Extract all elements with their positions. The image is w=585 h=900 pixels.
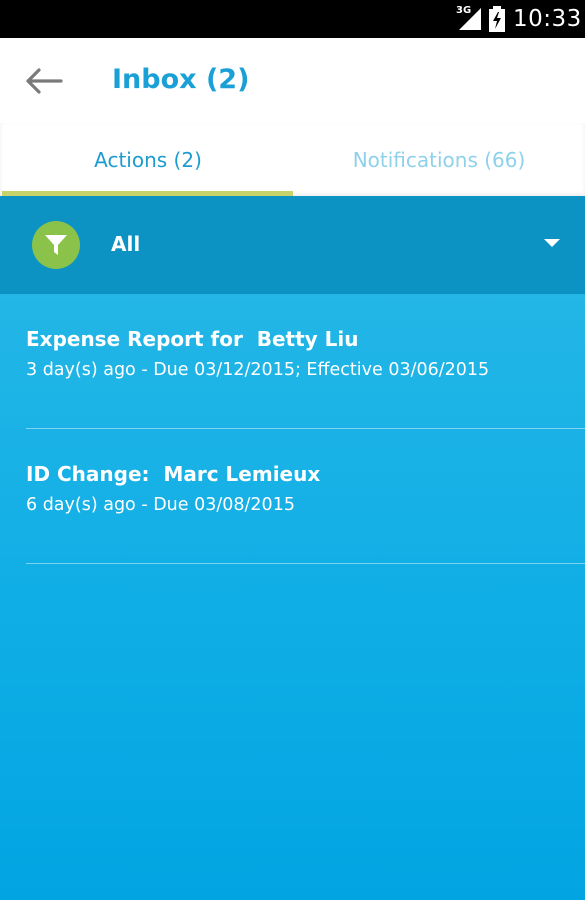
item-subtitle: 3 day(s) ago - Due 03/12/2015; Effective… — [26, 360, 490, 380]
list-item[interactable]: Expense Report for Betty Liu 3 day(s) ag… — [26, 294, 585, 429]
app-bar: Inbox (2) — [0, 38, 585, 123]
status-bar: 3G 10:33 — [0, 0, 585, 38]
battery-charging-icon — [489, 6, 505, 32]
caret-down-icon[interactable] — [544, 239, 560, 247]
back-button[interactable] — [20, 60, 68, 102]
funnel-icon — [45, 235, 67, 255]
item-title: ID Change: Marc Lemieux — [26, 462, 321, 486]
list-divider — [26, 563, 585, 564]
item-title: Expense Report for Betty Liu — [26, 327, 359, 351]
filter-dropdown[interactable]: All — [0, 196, 585, 294]
cell-signal-icon — [459, 8, 481, 30]
item-subtitle: 6 day(s) ago - Due 03/08/2015 — [26, 495, 295, 515]
page-title: Inbox (2) — [112, 64, 250, 95]
filter-selected-value: All — [111, 232, 141, 256]
tab-notifications[interactable]: Notifications (66) — [293, 123, 585, 196]
list-item[interactable]: ID Change: Marc Lemieux 6 day(s) ago - D… — [26, 429, 585, 564]
arrow-left-icon — [26, 68, 63, 94]
tab-actions[interactable]: Actions (2) — [2, 123, 294, 196]
filter-button[interactable] — [32, 221, 80, 269]
tab-bar: Actions (2) Notifications (66) — [0, 123, 585, 196]
inbox-list: Expense Report for Betty Liu 3 day(s) ag… — [0, 294, 585, 900]
status-time: 10:33 — [513, 6, 582, 32]
